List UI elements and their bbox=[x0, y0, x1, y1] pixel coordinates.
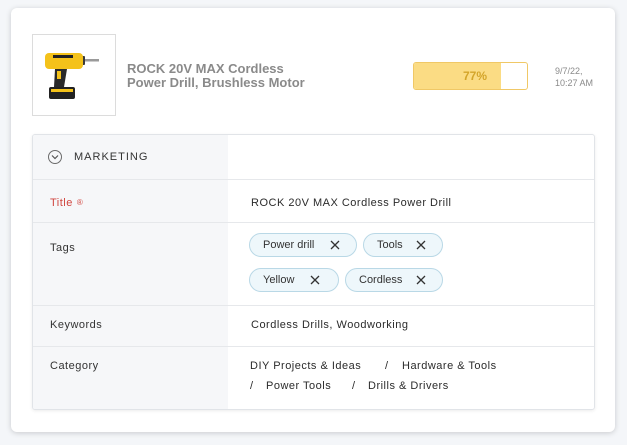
field-row-keywords: Keywords Cordless Drills, Woodworking bbox=[33, 305, 594, 347]
tag-label: Yellow bbox=[263, 274, 295, 286]
completeness-progress-bar: 77% bbox=[413, 62, 528, 90]
tag-label: Cordless bbox=[359, 274, 403, 286]
category-separator: / bbox=[352, 380, 356, 392]
product-card: ROCK 20V MAX Cordless Power Drill, Brush… bbox=[11, 8, 615, 432]
tag-chip[interactable]: Yellow bbox=[249, 268, 339, 292]
category-crumb[interactable]: Drills & Drivers bbox=[368, 380, 449, 392]
category-crumb[interactable]: Hardware & Tools bbox=[402, 360, 497, 372]
power-drill-icon bbox=[45, 53, 99, 99]
field-row-tags: Tags Power drill Tools Yellow Cordless bbox=[33, 222, 594, 306]
field-value-title[interactable]: ROCK 20V MAX Cordless Power Drill bbox=[251, 197, 452, 209]
product-name-line-1: ROCK 20V MAX Cordless bbox=[127, 61, 284, 76]
product-thumbnail[interactable] bbox=[32, 34, 116, 116]
last-updated-timestamp: 9/7/22, 10:27 AM bbox=[555, 65, 593, 89]
completeness-percent: 77% bbox=[462, 69, 487, 83]
tag-chip[interactable]: Cordless bbox=[345, 268, 443, 292]
close-icon[interactable] bbox=[416, 240, 426, 250]
close-icon[interactable] bbox=[330, 240, 340, 250]
field-label-category: Category bbox=[50, 360, 99, 372]
chevron-down-circle-icon[interactable] bbox=[48, 150, 62, 164]
product-name: ROCK 20V MAX Cordless Power Drill, Brush… bbox=[127, 62, 327, 90]
field-label-title: Title ® bbox=[50, 197, 83, 209]
field-label-tags: Tags bbox=[50, 242, 76, 254]
field-value-keywords[interactable]: Cordless Drills, Woodworking bbox=[251, 319, 408, 331]
category-crumb[interactable]: DIY Projects & Ideas bbox=[250, 360, 361, 372]
last-updated-date: 9/7/22, bbox=[555, 66, 583, 76]
section-title: MARKETING bbox=[74, 151, 149, 163]
title-label-text: Title bbox=[50, 197, 73, 209]
category-separator: / bbox=[250, 380, 254, 392]
required-mark: ® bbox=[76, 198, 84, 207]
tag-label: Tools bbox=[377, 239, 403, 251]
close-icon[interactable] bbox=[416, 275, 426, 285]
category-separator: / bbox=[385, 360, 389, 372]
field-row-title: Title ® ROCK 20V MAX Cordless Power Drill bbox=[33, 179, 594, 223]
tag-chip[interactable]: Tools bbox=[363, 233, 443, 257]
category-crumb[interactable]: Power Tools bbox=[266, 380, 331, 392]
field-label-keywords: Keywords bbox=[50, 319, 103, 331]
field-row-category: Category DIY Projects & Ideas / Hardware… bbox=[33, 346, 594, 409]
tag-chip[interactable]: Power drill bbox=[249, 233, 357, 257]
marketing-panel: MARKETING Title ® ROCK 20V MAX Cordless P… bbox=[32, 134, 595, 410]
product-name-line-2: Power Drill, Brushless Motor bbox=[127, 75, 305, 90]
tag-label: Power drill bbox=[263, 239, 315, 251]
close-icon[interactable] bbox=[310, 275, 320, 285]
marketing-section-header[interactable]: MARKETING bbox=[33, 135, 594, 180]
last-updated-time: 10:27 AM bbox=[555, 78, 594, 88]
